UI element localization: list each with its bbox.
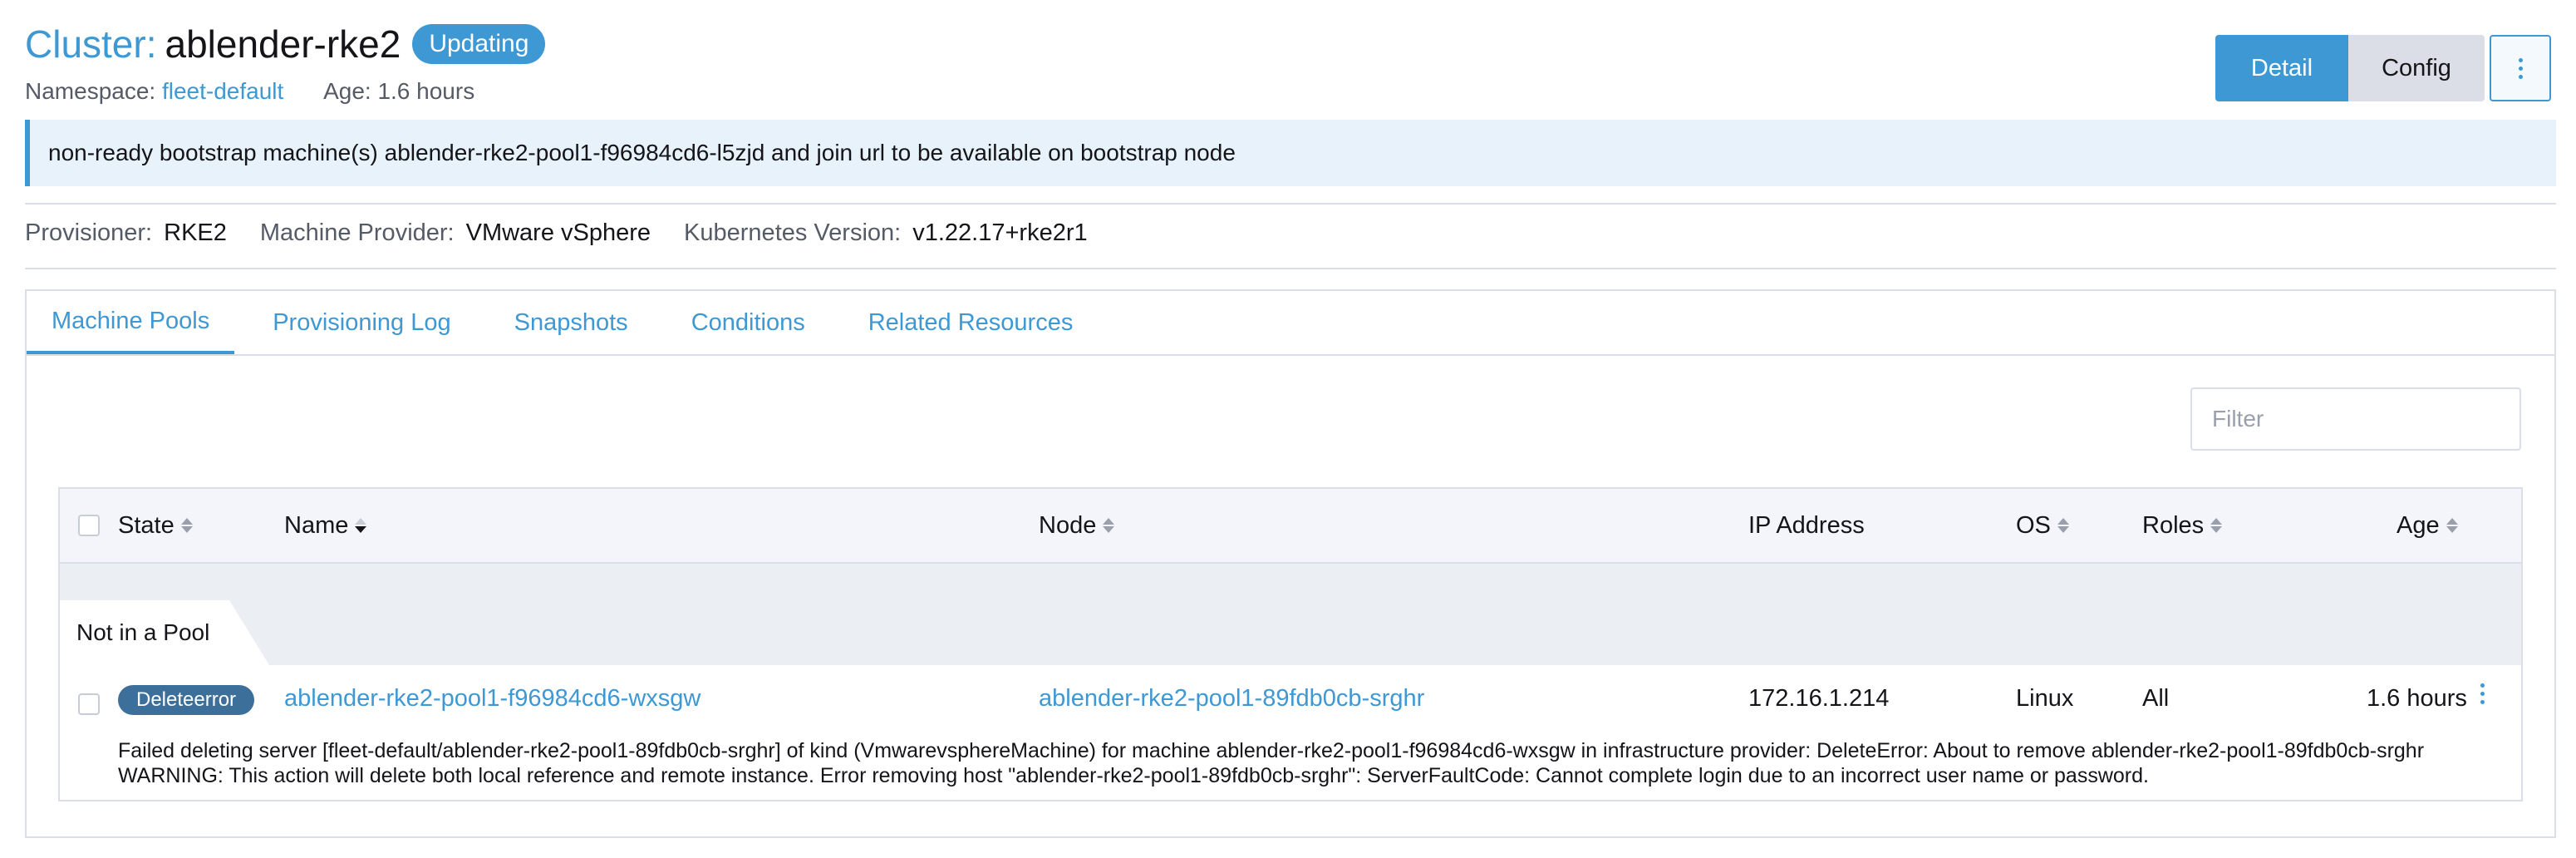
machines-table: State Name Node IP Address OS Roles Age … [58, 487, 2523, 801]
column-node[interactable]: Node [1039, 489, 1115, 562]
tab-snapshots[interactable]: Snapshots [489, 291, 653, 354]
tabs-panel: Machine Pools Provisioning Log Snapshots… [25, 289, 2556, 838]
cluster-detail-page: Cluster: ablender-rke2 Updating Namespac… [0, 0, 2576, 858]
column-os[interactable]: OS [2016, 489, 2069, 562]
namespace-label: Namespace: [25, 78, 156, 104]
roles-value: All [2142, 685, 2170, 712]
tab-conditions[interactable]: Conditions [666, 291, 830, 354]
column-age[interactable]: Age [2397, 489, 2458, 562]
more-actions-button[interactable] [2490, 35, 2551, 101]
column-state[interactable]: State [118, 489, 193, 562]
row-checkbox[interactable] [78, 693, 100, 715]
provisioner-label: Provisioner: [25, 219, 153, 246]
column-name[interactable]: Name [284, 489, 367, 562]
ip-address: 172.16.1.214 [1748, 685, 1890, 712]
status-badge: Updating [412, 24, 546, 64]
k8s-version-value: v1.22.17+rke2r1 [912, 219, 1088, 246]
k8s-version-label: Kubernetes Version: [684, 219, 902, 246]
page-title: Cluster: ablender-rke2 Updating [25, 22, 546, 67]
state-badge: Deleteerror [118, 685, 255, 715]
sort-icon [2446, 518, 2458, 533]
error-message: Failed deleting server [fleet-default/ab… [118, 739, 2425, 787]
column-state-label: State [118, 511, 175, 539]
row-actions-button[interactable] [2480, 683, 2485, 704]
cluster-age: Age: 1.6 hours [323, 78, 475, 104]
tab-provisioning-log[interactable]: Provisioning Log [248, 291, 475, 354]
config-button[interactable]: Config [2348, 35, 2485, 101]
select-all-checkbox[interactable] [78, 515, 100, 536]
machine-name-link[interactable]: ablender-rke2-pool1-f96984cd6-wxsgw [284, 685, 701, 713]
column-ip-label: IP Address [1748, 511, 1865, 539]
sort-descending-icon [355, 518, 367, 533]
vertical-dots-icon [2518, 57, 2523, 79]
title-prefix: Cluster: [25, 22, 157, 66]
table-row: Deleteerror ablender-rke2-pool1-f96984cd… [60, 665, 2521, 801]
group-label: Not in a Pool [60, 600, 270, 665]
os-value: Linux [2016, 685, 2074, 712]
sort-icon [1103, 518, 1115, 533]
sort-icon [2057, 518, 2069, 533]
info-banner: non-ready bootstrap machine(s) ablender-… [25, 120, 2556, 186]
detail-button[interactable]: Detail [2215, 35, 2348, 101]
machine-provider-label: Machine Provider: [259, 219, 455, 246]
node-link[interactable]: ablender-rke2-pool1-89fdb0cb-srghr [1039, 685, 1424, 713]
provisioner-value: RKE2 [164, 219, 227, 246]
tab-bar: Machine Pools Provisioning Log Snapshots… [27, 291, 2554, 356]
view-toggle: Detail Config [2215, 35, 2551, 101]
banner-message: non-ready bootstrap machine(s) ablender-… [48, 140, 1236, 165]
divider [25, 203, 2556, 205]
cluster-name: ablender-rke2 [165, 22, 401, 66]
cluster-meta: Namespace: fleet-default Age: 1.6 hours [25, 78, 474, 105]
filter-input[interactable] [2190, 387, 2521, 451]
column-os-label: OS [2016, 511, 2051, 539]
group-header: Not in a Pool [60, 564, 2521, 665]
column-roles[interactable]: Roles [2142, 489, 2223, 562]
machine-provider-value: VMware vSphere [465, 219, 651, 246]
cluster-info: Provisioner: RKE2 Machine Provider: VMware… [25, 219, 1088, 247]
tab-machine-pools[interactable]: Machine Pools [27, 291, 235, 354]
column-name-label: Name [284, 511, 349, 539]
column-ip: IP Address [1748, 489, 1865, 562]
sort-icon [180, 518, 193, 533]
column-roles-label: Roles [2142, 511, 2205, 539]
column-age-label: Age [2397, 511, 2440, 539]
age-value: 1.6 hours [2367, 685, 2467, 712]
column-node-label: Node [1039, 511, 1097, 539]
namespace-link[interactable]: fleet-default [162, 78, 283, 104]
sort-icon [2210, 518, 2223, 533]
vertical-dots-icon [2480, 683, 2485, 688]
table-header: State Name Node IP Address OS Roles Age [60, 489, 2521, 564]
tab-related-resources[interactable]: Related Resources [843, 291, 1099, 354]
divider [25, 268, 2556, 269]
